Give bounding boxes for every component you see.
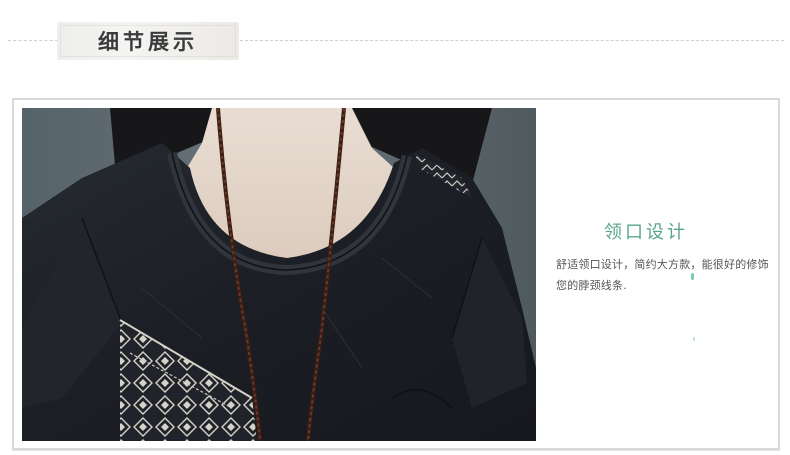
section-title-tag: 细节展示 bbox=[57, 22, 239, 60]
feature-title: 领口设计 bbox=[604, 222, 688, 243]
product-detail-photo bbox=[22, 108, 536, 441]
frame-bottom-line bbox=[12, 450, 780, 451]
decorative-mark bbox=[691, 273, 694, 280]
feature-description: 舒适领口设计，简约大方款，能很好的修饰您的脖颈线条. bbox=[556, 258, 769, 292]
section-title: 细节展示 bbox=[98, 29, 198, 54]
decorative-dot bbox=[693, 337, 695, 341]
section-header: 细节展示 bbox=[0, 0, 790, 90]
neckline-illustration bbox=[22, 108, 536, 441]
header-divider-right bbox=[240, 40, 784, 41]
header-divider-left bbox=[8, 40, 58, 41]
